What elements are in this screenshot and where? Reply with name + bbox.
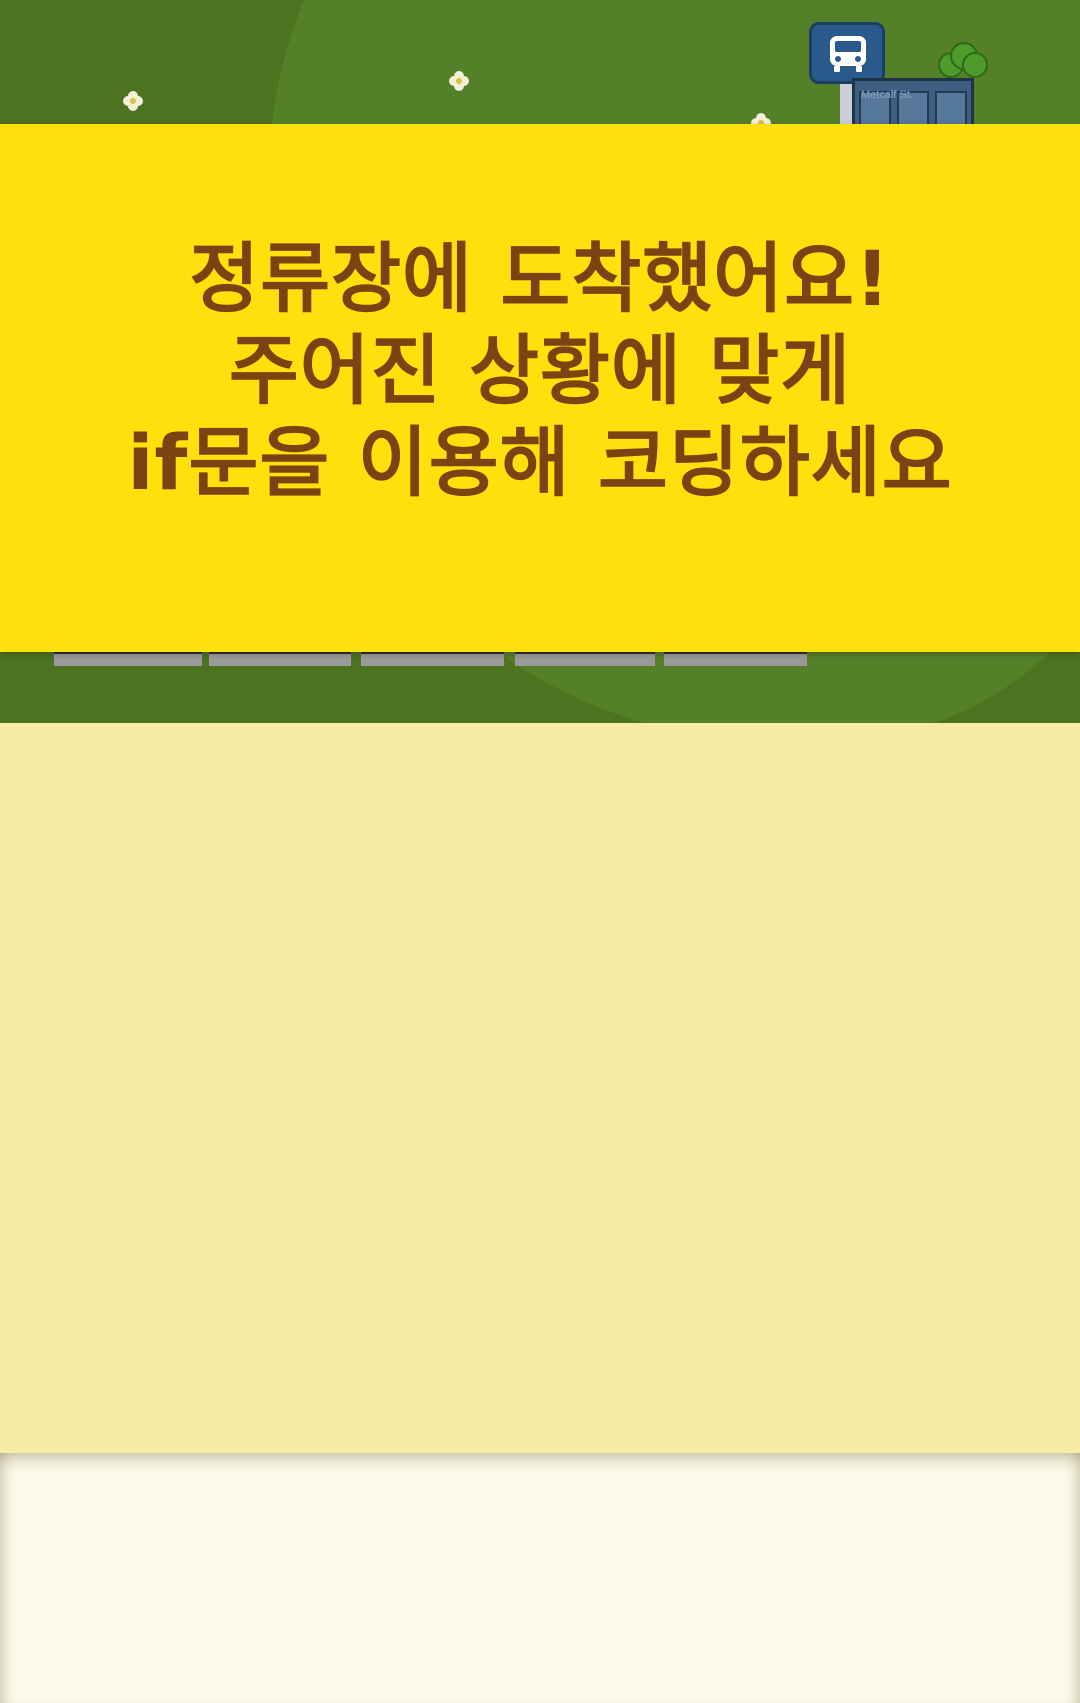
- instruction-line: 정류장에 도착했어요!: [189, 234, 891, 323]
- flower-decoration: [448, 70, 470, 92]
- block-palette-panel[interactable]: [0, 1453, 1080, 1703]
- shelter-label: Metcalf St.: [861, 89, 913, 101]
- instruction-line: 주어진 상황에 맞게: [228, 326, 852, 415]
- instruction-line: if문을 이용해 코딩하세요: [127, 418, 953, 507]
- code-workspace[interactable]: [0, 723, 1080, 1453]
- bus-stop-sign: [809, 22, 885, 84]
- instruction-text: 정류장에 도착했어요! 주어진 상황에 맞게 if문을 이용해 코딩하세요: [127, 233, 952, 509]
- bush-decoration: [938, 42, 988, 78]
- game-stage: Metcalf St. 정류장에 도착했어요! 주어진 상황에 맞게 if문을 …: [0, 0, 1080, 1703]
- bus-icon: [830, 36, 866, 72]
- flower-decoration: [122, 90, 144, 112]
- instruction-banner: 정류장에 도착했어요! 주어진 상황에 맞게 if문을 이용해 코딩하세요: [0, 124, 1080, 652]
- bus-shelter: Metcalf St.: [852, 78, 974, 130]
